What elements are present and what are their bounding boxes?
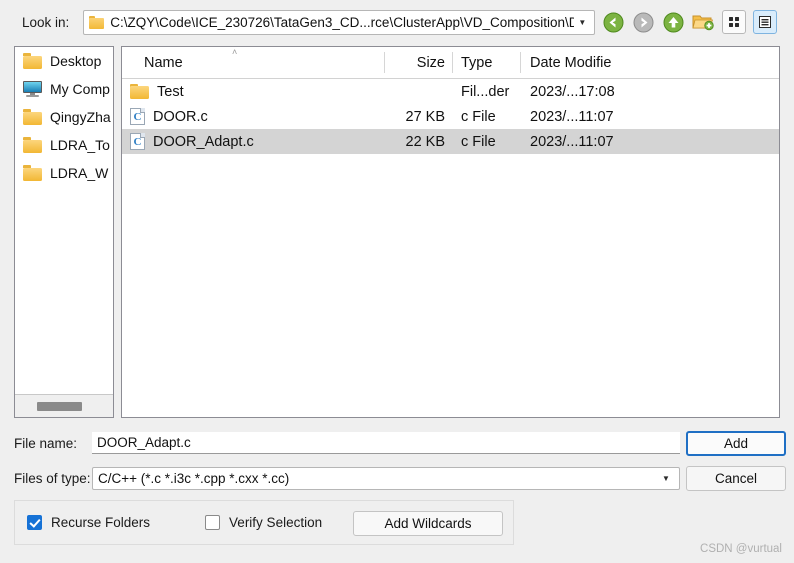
file-type-cell: c File bbox=[461, 108, 496, 125]
folder-icon bbox=[23, 165, 42, 181]
file-date-cell: 2023/...11:07 bbox=[530, 108, 614, 125]
folder-icon bbox=[130, 83, 149, 100]
file-name-label: Test bbox=[157, 83, 184, 100]
file-size-cell: 27 KB bbox=[405, 108, 446, 125]
file-size-cell: 22 KB bbox=[405, 133, 446, 150]
column-header-type[interactable]: Type bbox=[452, 47, 520, 78]
file-date-cell: 2023/...11:07 bbox=[530, 133, 614, 150]
file-type-cell: Fil...der bbox=[461, 83, 510, 100]
sidebar-item-desktop[interactable]: Desktop bbox=[15, 47, 113, 75]
scrollbar-thumb[interactable] bbox=[37, 402, 82, 411]
path-combobox[interactable]: C:\ZQY\Code\ICE_230726\TataGen3_CD...rce… bbox=[83, 9, 596, 35]
sidebar-item-label: LDRA_To bbox=[50, 137, 110, 153]
column-header-date-modified[interactable]: Date Modifie bbox=[520, 47, 660, 78]
column-header-name[interactable]: Name ˄ bbox=[122, 47, 384, 78]
folder-icon bbox=[23, 53, 42, 69]
list-view-button[interactable] bbox=[722, 10, 747, 34]
sidebar-item-label: LDRA_W bbox=[50, 165, 109, 181]
table-row[interactable]: C DOOR_Adapt.c 22 KB c File 2023/...11:0… bbox=[122, 129, 779, 154]
table-row[interactable]: C DOOR.c 27 KB c File 2023/...11:07 bbox=[122, 104, 779, 129]
forward-arrow-icon bbox=[633, 12, 654, 32]
detail-view-button[interactable] bbox=[753, 10, 778, 34]
file-date-cell: 2023/...17:08 bbox=[530, 83, 615, 100]
grid-view-icon bbox=[729, 17, 740, 27]
cancel-button[interactable]: Cancel bbox=[686, 466, 786, 491]
file-name-label: DOOR_Adapt.c bbox=[153, 133, 254, 150]
parent-directory-button[interactable] bbox=[661, 10, 685, 34]
new-folder-icon bbox=[692, 15, 714, 31]
new-folder-button[interactable] bbox=[691, 10, 715, 34]
detail-view-icon bbox=[759, 16, 772, 28]
recurse-folders-label: Recurse Folders bbox=[51, 515, 151, 530]
add-button[interactable]: Add bbox=[686, 431, 786, 456]
files-of-type-combobox[interactable]: C/C++ (*.c *.i3c *.cpp *.cxx *.cc) ▼ bbox=[92, 467, 680, 490]
forward-button[interactable] bbox=[631, 10, 655, 34]
c-file-icon: C bbox=[130, 133, 145, 150]
file-type-cell: c File bbox=[461, 133, 496, 150]
places-sidebar[interactable]: Desktop My Comp QingyZha LDRA_To LDRA_W bbox=[14, 46, 114, 418]
lookin-label: Look in: bbox=[22, 14, 70, 30]
file-name-label: DOOR.c bbox=[153, 108, 208, 125]
files-of-type-label: Files of type: bbox=[14, 471, 91, 486]
up-arrow-icon bbox=[663, 12, 684, 32]
column-header-size-label: Size bbox=[416, 54, 445, 71]
c-file-letter: C bbox=[133, 136, 142, 148]
file-list-panel[interactable]: Name ˄ Size Type Date Modifie Test Fil..… bbox=[121, 46, 780, 418]
c-file-letter: C bbox=[133, 111, 142, 123]
verify-selection-checkbox[interactable]: Verify Selection bbox=[205, 515, 322, 530]
folder-icon bbox=[89, 15, 105, 29]
file-name-input[interactable]: DOOR_Adapt.c bbox=[92, 432, 680, 454]
checkbox-checked-icon[interactable] bbox=[27, 515, 42, 530]
verify-selection-label: Verify Selection bbox=[229, 515, 323, 530]
column-header-date-label: Date Modifie bbox=[530, 54, 612, 71]
sort-ascending-icon: ˄ bbox=[232, 47, 238, 57]
column-header-name-label: Name bbox=[144, 54, 183, 71]
column-header-type-label: Type bbox=[461, 54, 493, 71]
sidebar-item-label: QingyZha bbox=[50, 109, 111, 125]
back-arrow-icon bbox=[603, 12, 624, 32]
files-of-type-value: C/C++ (*.c *.i3c *.cpp *.cxx *.cc) bbox=[98, 471, 290, 486]
sidebar-item-ldra-workarea[interactable]: LDRA_W bbox=[15, 159, 113, 187]
lookin-toolbar: Look in: C:\ZQY\Code\ICE_230726\TataGen3… bbox=[0, 0, 794, 44]
sidebar-item-label: Desktop bbox=[50, 53, 102, 69]
file-name-label: File name: bbox=[14, 436, 78, 451]
recurse-folders-checkbox[interactable]: Recurse Folders bbox=[27, 515, 150, 530]
sidebar-horizontal-scrollbar[interactable] bbox=[15, 394, 113, 417]
options-panel: Recurse Folders Verify Selection Add Wil… bbox=[14, 500, 514, 545]
file-list-header: Name ˄ Size Type Date Modifie bbox=[122, 47, 779, 79]
file-name-cell: C DOOR.c bbox=[122, 108, 384, 125]
folder-icon bbox=[23, 137, 42, 153]
add-wildcards-button[interactable]: Add Wildcards bbox=[353, 511, 503, 536]
c-file-icon: C bbox=[130, 108, 145, 125]
path-combobox-value: C:\ZQY\Code\ICE_230726\TataGen3_CD...rce… bbox=[110, 14, 575, 30]
computer-icon bbox=[23, 81, 42, 97]
back-button[interactable] bbox=[601, 10, 625, 34]
column-header-size[interactable]: Size bbox=[384, 47, 452, 78]
sidebar-item-my-computer[interactable]: My Comp bbox=[15, 75, 113, 103]
file-name-cell: C DOOR_Adapt.c bbox=[122, 133, 384, 150]
file-name-cell: Test bbox=[122, 83, 384, 100]
folder-icon bbox=[23, 109, 42, 125]
watermark: CSDN @vurtual bbox=[700, 543, 782, 555]
sidebar-item-qingyzha[interactable]: QingyZha bbox=[15, 103, 113, 131]
table-row[interactable]: Test Fil...der 2023/...17:08 bbox=[122, 79, 779, 104]
sidebar-item-label: My Comp bbox=[50, 81, 110, 97]
chevron-down-icon[interactable]: ▼ bbox=[574, 18, 590, 27]
chevron-down-icon[interactable]: ▼ bbox=[658, 474, 674, 483]
sidebar-item-ldra-tool[interactable]: LDRA_To bbox=[15, 131, 113, 159]
checkbox-unchecked-icon[interactable] bbox=[205, 515, 221, 530]
